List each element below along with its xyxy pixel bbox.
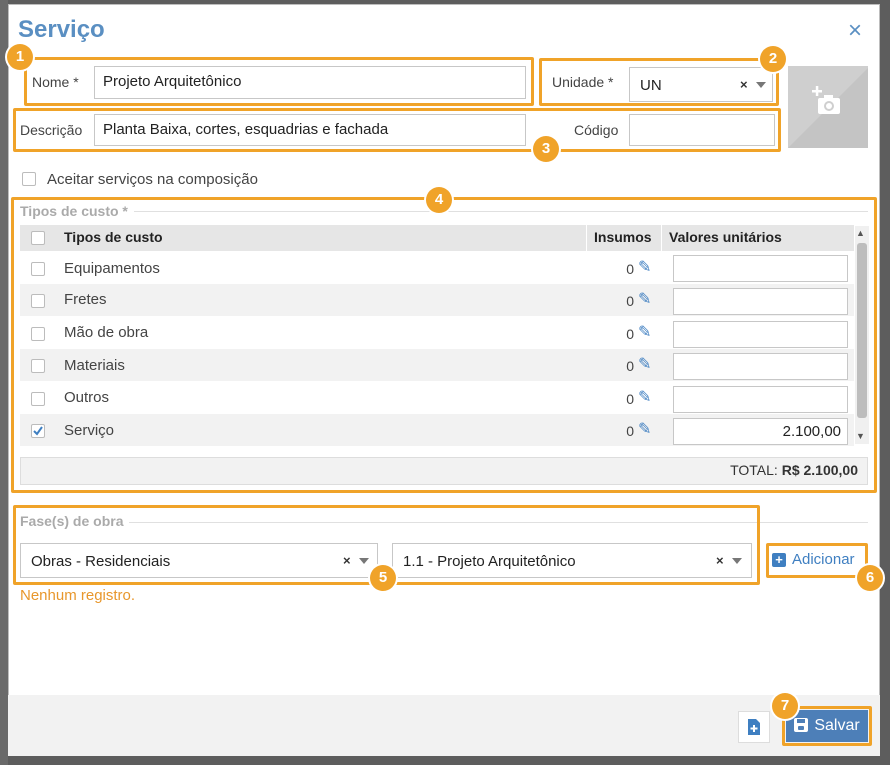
table-row: Materiais 0 ✎: [20, 349, 854, 381]
row-label: Equipamentos: [64, 260, 160, 277]
pencil-icon[interactable]: ✎: [638, 387, 651, 407]
badge-6: 6: [857, 565, 883, 591]
fase-select-1-value: Obras - Residenciais: [31, 553, 171, 570]
fase-select-1[interactable]: Obras - Residenciais ×: [20, 543, 378, 578]
save-button[interactable]: Salvar: [786, 710, 868, 742]
save-label: Salvar: [814, 717, 860, 734]
pencil-icon[interactable]: ✎: [638, 289, 651, 309]
badge-4: 4: [426, 187, 452, 213]
check-icon: [33, 426, 43, 436]
row-insumos: 0: [626, 293, 634, 309]
nome-label: Nome *: [32, 74, 79, 90]
row-valor-input[interactable]: [673, 386, 848, 413]
descricao-input[interactable]: Planta Baixa, cortes, esquadrias e facha…: [94, 114, 526, 146]
row-label: Fretes: [64, 291, 107, 308]
badge-7: 7: [772, 693, 798, 719]
table-row: Outros 0 ✎: [20, 382, 854, 414]
total-display: TOTAL: R$ 2.100,00: [690, 462, 858, 478]
row-valor-input[interactable]: 2.100,00: [673, 418, 848, 445]
badge-2: 2: [760, 46, 786, 72]
file-plus-icon: [748, 719, 760, 735]
badge-5: 5: [370, 565, 396, 591]
row-insumos: 0: [626, 391, 634, 407]
fase-select-2[interactable]: 1.1 - Projeto Arquitetônico ×: [392, 543, 752, 578]
photo-upload[interactable]: [788, 66, 868, 148]
badge-1: 1: [7, 44, 33, 70]
row-insumos: 0: [626, 358, 634, 374]
row-valor-input[interactable]: [673, 321, 848, 348]
nome-input[interactable]: Projeto Arquitetônico: [94, 66, 526, 99]
table-row: Serviço 0 ✎ 2.100,00: [20, 414, 854, 446]
aceitar-label: Aceitar serviços na composição: [47, 171, 258, 188]
fases-section-label: Fase(s) de obra: [20, 513, 130, 529]
row-valor-input[interactable]: [673, 255, 848, 282]
row-insumos: 0: [626, 326, 634, 342]
scroll-up-icon[interactable]: ▲: [856, 228, 865, 238]
table-row: Equipamentos 0 ✎: [20, 252, 854, 284]
row-label: Serviço: [64, 422, 115, 439]
plus-square-icon: +: [772, 553, 786, 567]
row-insumos: 0: [626, 423, 634, 439]
total-label: TOTAL:: [730, 462, 778, 478]
chevron-down-icon[interactable]: [732, 558, 742, 564]
close-icon[interactable]: ×: [844, 19, 866, 43]
total-value: R$ 2.100,00: [781, 462, 858, 478]
pencil-icon[interactable]: ✎: [638, 257, 651, 277]
row-checkbox-checked[interactable]: [31, 424, 45, 438]
adicionar-label: Adicionar: [792, 551, 855, 568]
row-checkbox[interactable]: [31, 294, 45, 308]
clear-icon[interactable]: ×: [343, 553, 351, 568]
empty-message: Nenhum registro.: [20, 587, 136, 604]
row-checkbox[interactable]: [31, 327, 45, 341]
header-col-divider: [661, 225, 662, 251]
pencil-icon[interactable]: ✎: [638, 419, 651, 439]
unidade-select[interactable]: UN ×: [629, 67, 773, 102]
header-col-divider: [586, 225, 587, 251]
scroll-down-icon[interactable]: ▼: [856, 431, 865, 441]
header-tipos: Tipos de custo: [64, 229, 163, 245]
row-valor-input[interactable]: [673, 288, 848, 315]
pencil-icon[interactable]: ✎: [638, 354, 651, 374]
table-row: Fretes 0 ✎: [20, 284, 854, 316]
fase-select-2-value: 1.1 - Projeto Arquitetônico: [403, 553, 576, 570]
row-checkbox[interactable]: [31, 392, 45, 406]
clear-icon[interactable]: ×: [740, 77, 748, 92]
adicionar-button[interactable]: + Adicionar: [772, 551, 855, 568]
codigo-label: Código: [574, 122, 619, 138]
chevron-down-icon[interactable]: [359, 558, 369, 564]
aceitar-checkbox[interactable]: [22, 172, 36, 186]
row-label: Mão de obra: [64, 324, 149, 341]
descricao-label: Descrição: [20, 122, 83, 138]
header-valores: Valores unitários: [669, 229, 782, 245]
table-row: Mão de obra 0 ✎: [20, 317, 854, 349]
row-valor-input[interactable]: [673, 353, 848, 380]
row-label: Materiais: [64, 357, 125, 374]
unidade-value: UN: [640, 77, 662, 94]
row-label: Outros: [64, 389, 110, 406]
header-insumos: Insumos: [594, 229, 652, 245]
pencil-icon[interactable]: ✎: [638, 322, 651, 342]
floppy-icon: [794, 718, 809, 732]
badge-3: 3: [533, 136, 559, 162]
clear-icon[interactable]: ×: [716, 553, 724, 568]
add-photo-icon: [788, 68, 868, 148]
row-checkbox[interactable]: [31, 262, 45, 276]
backdrop-sidebar-edge: [0, 0, 8, 765]
row-insumos: 0: [626, 261, 634, 277]
add-document-icon[interactable]: [738, 711, 770, 743]
codigo-input[interactable]: [629, 114, 775, 146]
dialog-title: Serviço: [18, 16, 105, 43]
select-all-checkbox[interactable]: [31, 231, 45, 245]
tipos-section-label: Tipos de custo *: [20, 203, 134, 219]
unidade-label: Unidade *: [552, 74, 614, 90]
row-checkbox[interactable]: [31, 359, 45, 373]
chevron-down-icon[interactable]: [756, 82, 766, 88]
scrollbar-thumb[interactable]: [857, 243, 867, 418]
